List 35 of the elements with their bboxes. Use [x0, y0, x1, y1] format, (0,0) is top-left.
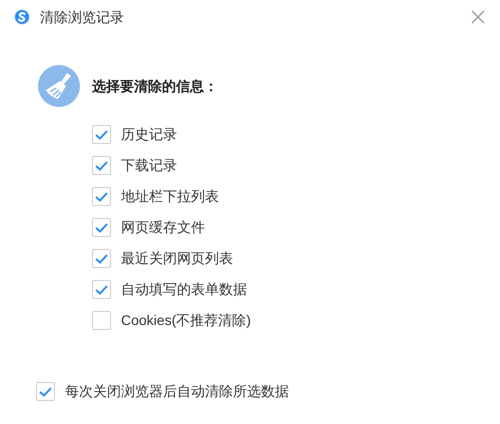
- option-label: 最近关闭网页列表: [121, 249, 233, 268]
- checkbox-option[interactable]: 最近关闭网页列表: [92, 243, 500, 274]
- option-label: 自动填写的表单数据: [121, 280, 247, 299]
- checkmark-icon: [95, 192, 108, 202]
- option-label: 历史记录: [121, 125, 177, 144]
- window-title: 清除浏览记录: [40, 8, 124, 26]
- checkbox-option[interactable]: 下载记录: [92, 150, 500, 181]
- checkbox-option[interactable]: 每次关闭浏览器后自动清除所选数据: [36, 376, 500, 407]
- checkmark-icon: [39, 386, 52, 396]
- checkbox[interactable]: [92, 249, 111, 268]
- checkbox-option[interactable]: Cookies(不推荐清除): [92, 305, 500, 336]
- checkmark-icon: [95, 130, 108, 140]
- checkbox[interactable]: [92, 218, 111, 237]
- option-label: 地址栏下拉列表: [121, 187, 219, 206]
- broom-icon: [38, 65, 80, 107]
- logo-icon: [13, 8, 31, 26]
- option-label: 下载记录: [121, 156, 177, 175]
- option-label: 网页缓存文件: [121, 218, 205, 237]
- checkbox[interactable]: [92, 311, 111, 330]
- checkbox[interactable]: [92, 187, 111, 206]
- checkbox[interactable]: [92, 125, 111, 144]
- checkbox[interactable]: [92, 156, 111, 175]
- checkbox[interactable]: [92, 280, 111, 299]
- checkbox-option[interactable]: 自动填写的表单数据: [92, 274, 500, 305]
- checkbox-option[interactable]: 地址栏下拉列表: [92, 181, 500, 212]
- checkmark-icon: [95, 284, 108, 294]
- checkbox-option[interactable]: 网页缓存文件: [92, 212, 500, 243]
- checkbox[interactable]: [36, 382, 55, 401]
- checkmark-icon: [95, 160, 108, 170]
- checkbox-option[interactable]: 历史记录: [92, 119, 500, 150]
- option-label: 每次关闭浏览器后自动清除所选数据: [65, 382, 289, 401]
- checkmark-icon: [95, 222, 108, 232]
- section-heading: 选择要清除的信息：: [92, 76, 218, 96]
- option-label: Cookies(不推荐清除): [121, 311, 251, 330]
- checkmark-icon: [95, 254, 108, 264]
